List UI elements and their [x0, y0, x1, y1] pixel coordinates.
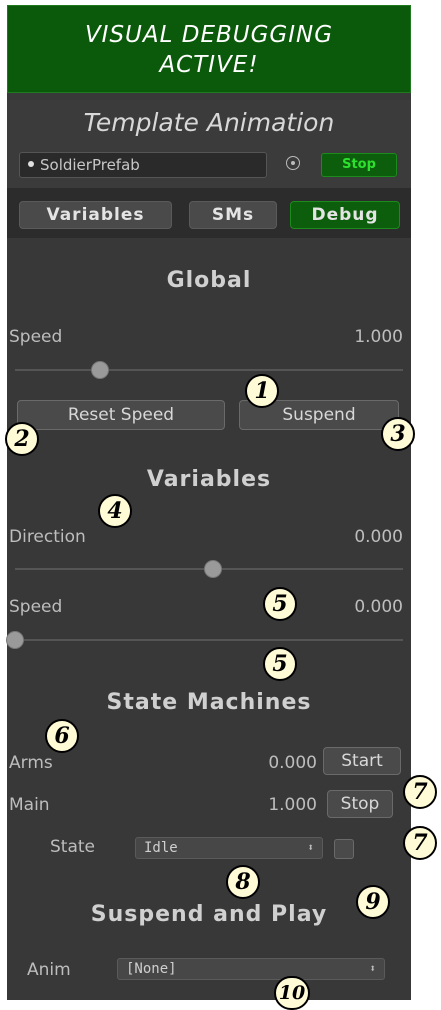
variable-speed-label: Speed: [9, 597, 63, 617]
sm-arms-start-button[interactable]: Start: [323, 747, 401, 775]
state-machines-section-title: State Machines: [106, 690, 312, 715]
object-picker-icon[interactable]: [286, 156, 300, 170]
sm-arms-label: Arms: [9, 753, 53, 773]
sm-main-stop-button[interactable]: Stop: [327, 790, 393, 818]
callout-10: 10: [274, 976, 310, 1010]
global-section-title: Global: [166, 268, 252, 293]
variable-speed-slider-handle[interactable]: [6, 631, 24, 649]
debug-banner: VISUAL DEBUGGING ACTIVE!: [7, 5, 411, 93]
variable-direction-value: 0.000: [354, 527, 403, 547]
anim-dropdown[interactable]: [None] ⬍: [117, 958, 385, 980]
variable-speed-track[interactable]: [15, 639, 403, 641]
global-speed-label: Speed: [9, 327, 63, 347]
state-dropdown[interactable]: Idle ⬍: [135, 837, 323, 859]
callout-9: 9: [356, 885, 390, 919]
global-speed-track[interactable]: [15, 369, 403, 371]
callout-1: 1: [245, 374, 279, 408]
anim-dropdown-value: [None]: [126, 961, 177, 977]
dropdown-arrows-icon: ⬍: [307, 841, 314, 854]
state-dropdown-value: Idle: [144, 840, 178, 856]
tab-variables[interactable]: Variables: [19, 201, 172, 229]
sm-arms-value: 0.000: [268, 753, 317, 773]
callout-3: 3: [381, 417, 415, 451]
callout-7b: 7: [403, 826, 437, 860]
state-label: State: [50, 837, 95, 857]
object-field-value: SoldierPrefab: [40, 156, 140, 174]
banner-line2: ACTIVE!: [159, 52, 259, 78]
callout-6: 6: [45, 719, 79, 753]
sm-main-value: 1.000: [268, 795, 317, 815]
callout-5b: 5: [263, 647, 297, 681]
suspend-play-section-title: Suspend and Play: [90, 902, 328, 927]
callout-8: 8: [226, 865, 260, 899]
variable-direction-slider-handle[interactable]: [203, 560, 222, 578]
sm-main-label: Main: [9, 795, 50, 815]
template-title: Template Animation: [83, 108, 335, 137]
global-speed-slider-handle[interactable]: [91, 361, 110, 379]
variables-section-title: Variables: [146, 467, 272, 492]
variable-speed-value: 0.000: [354, 597, 403, 617]
variable-direction-label: Direction: [9, 527, 86, 547]
dropdown-arrows-icon: ⬍: [369, 962, 376, 975]
object-field[interactable]: SoldierPrefab: [19, 152, 267, 178]
inspector-panel: VISUAL DEBUGGING ACTIVE! Template Animat…: [6, 5, 411, 1000]
anim-label: Anim: [27, 960, 71, 980]
tab-sms[interactable]: SMs: [189, 201, 277, 229]
global-speed-value: 1.000: [354, 327, 403, 347]
callout-7a: 7: [403, 775, 437, 809]
state-checkbox[interactable]: [334, 839, 354, 859]
callout-4: 4: [98, 494, 132, 528]
callout-2: 2: [5, 422, 39, 456]
callout-5a: 5: [263, 587, 297, 621]
stop-button[interactable]: Stop: [321, 153, 397, 177]
banner-line1: VISUAL DEBUGGING: [84, 22, 334, 48]
tab-debug[interactable]: Debug: [290, 201, 400, 229]
reset-speed-button[interactable]: Reset Speed: [17, 400, 225, 430]
object-icon: [28, 160, 34, 167]
